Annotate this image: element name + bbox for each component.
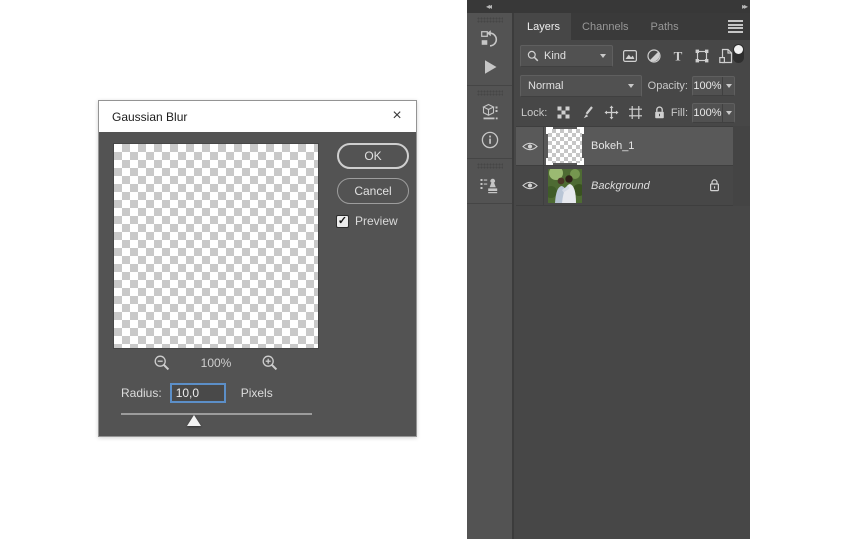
- preview-zoom-controls: 100%: [113, 353, 319, 373]
- layer-locked-icon[interactable]: [708, 178, 721, 193]
- selection-bracket: [546, 127, 553, 134]
- kind-filter-label: Kind: [544, 50, 567, 62]
- dialog-title: Gaussian Blur: [112, 109, 188, 124]
- pixel-layer-filter-icon[interactable]: [622, 48, 638, 64]
- tool-presets-panel-icon[interactable]: [467, 98, 512, 126]
- hamburger-menu-icon[interactable]: [728, 20, 743, 33]
- blend-mode-row: Normal Opacity: 100%: [516, 72, 750, 99]
- magnifier-minus-icon[interactable]: [153, 354, 171, 372]
- layer-filter-row: Kind T: [516, 40, 750, 72]
- filter-type-icons: T: [622, 48, 734, 64]
- blend-mode-dropdown[interactable]: Normal: [520, 74, 642, 97]
- dock-section: [467, 163, 512, 204]
- drag-grip[interactable]: [476, 90, 503, 96]
- lock-icons: [555, 105, 667, 121]
- layer-name[interactable]: Background: [591, 180, 650, 192]
- shape-layer-filter-icon[interactable]: [694, 48, 710, 64]
- eye-icon: [521, 181, 538, 190]
- tab-layers[interactable]: Layers: [516, 13, 572, 40]
- expand-panels-icon[interactable]: ◂◂: [486, 0, 492, 13]
- ok-button[interactable]: OK: [337, 143, 409, 169]
- radius-unit-label: Pixels: [240, 386, 273, 400]
- lock-all-icon[interactable]: [651, 105, 667, 121]
- type-layer-filter-icon[interactable]: T: [670, 48, 686, 64]
- radius-slider-thumb[interactable]: [187, 415, 201, 426]
- blend-mode-value: Normal: [528, 79, 564, 92]
- eye-icon: [521, 142, 538, 150]
- drag-grip[interactable]: [476, 17, 503, 23]
- magnifier-icon: [527, 50, 539, 62]
- lock-transparency-icon[interactable]: [555, 105, 571, 121]
- lock-position-icon[interactable]: [603, 105, 619, 121]
- blur-preview-area[interactable]: [113, 143, 319, 349]
- photoshop-workspace: Gaussian Blur × OK Cancel ✓ Preview 100%…: [0, 0, 850, 539]
- radius-input[interactable]: [169, 383, 226, 403]
- lock-label: Lock:: [521, 106, 548, 119]
- cancel-button[interactable]: Cancel: [337, 178, 409, 204]
- layer-row-background[interactable]: Background: [516, 165, 733, 206]
- radius-label: Radius:: [121, 386, 162, 400]
- preview-checkbox-row: ✓ Preview: [336, 214, 398, 228]
- drag-grip[interactable]: [476, 163, 503, 169]
- opacity-value: 100%: [693, 79, 722, 92]
- chevron-down-icon: [628, 83, 634, 88]
- tab-paths[interactable]: Paths: [640, 13, 690, 40]
- panel-icon-dock: [467, 13, 514, 539]
- visibility-toggle[interactable]: [516, 127, 544, 165]
- preview-checkbox[interactable]: ✓: [336, 214, 349, 228]
- actions-panel-icon[interactable]: [467, 53, 512, 81]
- collapse-panels-icon[interactable]: ▸▸: [742, 0, 748, 13]
- history-panel-icon[interactable]: [467, 25, 512, 53]
- panel-top-bar: ◂◂ ▸▸: [467, 0, 750, 13]
- layer-thumbnail[interactable]: [545, 165, 585, 203]
- svg-text:T: T: [674, 49, 683, 64]
- photo-thumbnail: [545, 165, 585, 203]
- radius-slider-track[interactable]: [121, 413, 312, 415]
- chevron-down-icon: [725, 110, 732, 115]
- tab-channels[interactable]: Channels: [571, 13, 639, 40]
- magnifier-plus-icon[interactable]: [261, 354, 279, 372]
- zoom-level-value: 100%: [200, 356, 232, 370]
- gaussian-blur-dialog: Gaussian Blur × OK Cancel ✓ Preview 100%…: [98, 100, 417, 437]
- chevron-down-icon: [600, 54, 606, 58]
- lock-pixels-icon[interactable]: [579, 105, 595, 121]
- fill-value: 100%: [693, 106, 722, 119]
- panel-group: ◂◂ ▸▸ Layers Channels Paths Kind T Norma…: [467, 0, 750, 539]
- kind-filter-dropdown[interactable]: Kind: [520, 45, 613, 67]
- adjustment-layer-filter-icon[interactable]: [646, 48, 662, 64]
- dock-section: [467, 17, 512, 86]
- selection-bracket: [577, 127, 584, 134]
- layer-name[interactable]: Bokeh_1: [591, 140, 634, 152]
- layers-panel: Layers Channels Paths Kind T Normal Opac…: [516, 13, 750, 539]
- lock-row: Lock: Fill: 100%: [516, 99, 750, 126]
- layer-comps-panel-icon[interactable]: [467, 171, 512, 199]
- opacity-label: Opacity:: [647, 79, 688, 92]
- layer-filter-toggle-icon[interactable]: [733, 44, 744, 63]
- lock-artboard-icon[interactable]: [627, 105, 643, 121]
- layers-list-gutter: [733, 126, 750, 206]
- smart-object-filter-icon[interactable]: [718, 48, 734, 64]
- dock-section: [467, 90, 512, 159]
- layer-row-bokeh[interactable]: Bokeh_1: [516, 126, 733, 166]
- selection-bracket: [577, 158, 584, 165]
- layer-thumbnail[interactable]: [546, 127, 584, 165]
- panel-tabbar: Layers Channels Paths: [516, 13, 750, 40]
- fill-label: Fill:: [670, 106, 688, 119]
- layers-list: Bokeh_1 Background: [516, 126, 733, 206]
- visibility-toggle[interactable]: [516, 166, 544, 205]
- fill-value-box[interactable]: 100%: [692, 102, 735, 123]
- close-icon[interactable]: ×: [387, 106, 407, 126]
- preview-checkbox-label: Preview: [355, 214, 398, 228]
- radius-row: Radius: Pixels: [121, 383, 273, 403]
- info-panel-icon[interactable]: [467, 126, 512, 154]
- selection-bracket: [546, 158, 553, 165]
- opacity-value-box[interactable]: 100%: [692, 75, 735, 96]
- chevron-down-icon: [725, 83, 732, 88]
- dialog-titlebar[interactable]: Gaussian Blur ×: [99, 101, 416, 132]
